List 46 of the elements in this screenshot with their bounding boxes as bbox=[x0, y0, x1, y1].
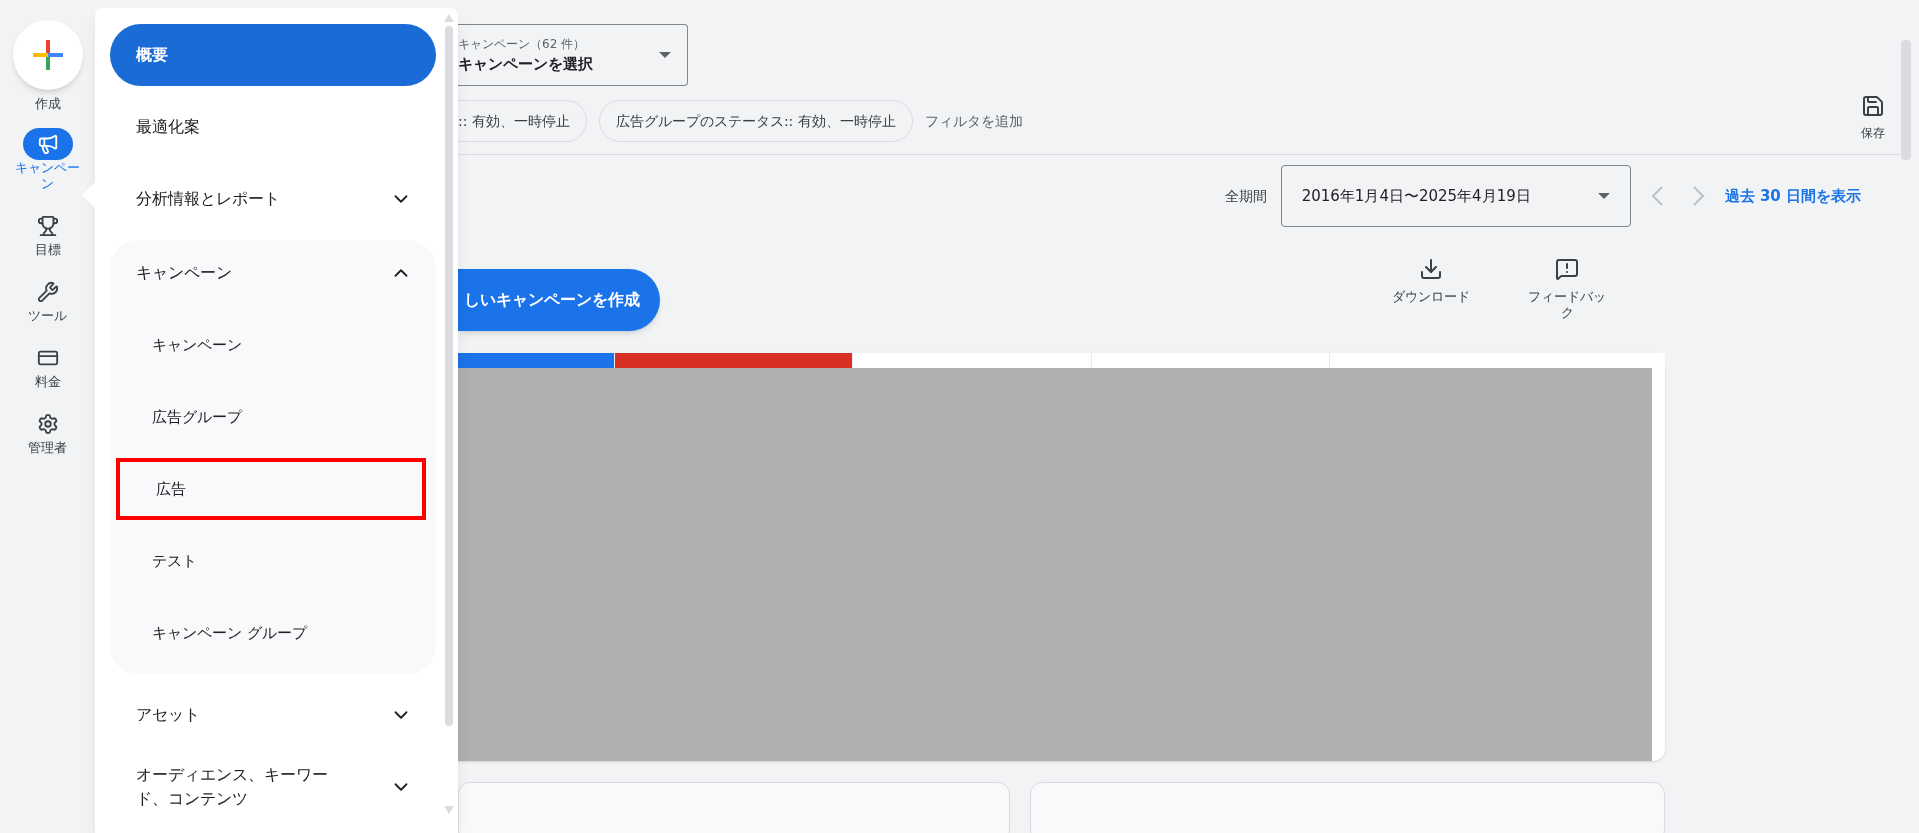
submenu-item[interactable]: 広告 bbox=[116, 458, 426, 520]
menu-item[interactable]: 概要 bbox=[110, 24, 436, 86]
submenu-item[interactable]: テスト bbox=[116, 530, 426, 592]
rail-item[interactable]: 料金 bbox=[9, 341, 86, 390]
rail-icon bbox=[36, 214, 59, 237]
scroll-down-icon bbox=[444, 806, 454, 814]
date-range-dropdown[interactable]: 2016年1月4日〜2025年4月19日 bbox=[1280, 165, 1631, 227]
feedback-icon bbox=[1555, 257, 1579, 281]
rail-item[interactable]: 管理者 bbox=[9, 407, 86, 456]
metric-tab-bar[interactable] bbox=[853, 353, 1092, 368]
menu-item[interactable]: オーディエンス、キーワード、コンテンツ bbox=[110, 756, 436, 818]
period-label: 全期間 bbox=[1224, 186, 1267, 206]
plus-icon bbox=[30, 38, 65, 72]
rail-icon bbox=[36, 132, 59, 155]
next-button[interactable] bbox=[1692, 186, 1705, 206]
rail-icon bbox=[36, 412, 59, 435]
metric-tab-bar[interactable] bbox=[1330, 353, 1665, 368]
rail-item[interactable]: ツール bbox=[9, 275, 86, 324]
chevron-right-icon bbox=[1692, 186, 1705, 206]
metric-tab-bar[interactable] bbox=[458, 353, 615, 368]
menu-item[interactable]: 最適化案 bbox=[110, 96, 436, 158]
last-30-days-link[interactable]: 過去 30 日間を表示 bbox=[1724, 184, 1861, 208]
save-icon bbox=[1861, 94, 1885, 118]
rail-item[interactable]: 目標 bbox=[9, 209, 86, 258]
menu-item[interactable]: アセット bbox=[110, 684, 436, 746]
create-label: 作成 bbox=[34, 95, 61, 113]
rail-icon bbox=[36, 280, 59, 303]
submenu-item[interactable]: キャンペーン グループ bbox=[116, 602, 426, 664]
download-icon bbox=[1419, 257, 1443, 281]
rail-item[interactable]: キャンペーン bbox=[9, 127, 86, 192]
dropdown-icon bbox=[1597, 193, 1610, 199]
metric-tab-bar[interactable] bbox=[1092, 353, 1330, 368]
metric-tab-bar[interactable] bbox=[615, 353, 853, 368]
add-filter-link[interactable]: フィルタを追加 bbox=[924, 110, 1023, 132]
menu-item[interactable]: 分析情報とレポート bbox=[110, 168, 436, 230]
toolbar-action[interactable]: ダウンロード bbox=[1383, 257, 1479, 321]
chevron-left-icon bbox=[1650, 186, 1663, 206]
submenu-item[interactable]: キャンペーン bbox=[116, 314, 426, 376]
save-button[interactable]: 保存 bbox=[1861, 94, 1885, 150]
previous-button[interactable] bbox=[1650, 186, 1663, 206]
dropdown-icon bbox=[659, 52, 671, 58]
scroll-up-icon bbox=[444, 14, 454, 22]
menu-item[interactable]: キャンペーン bbox=[110, 242, 436, 304]
submenu-item[interactable]: 広告グループ bbox=[116, 386, 426, 448]
toolbar-action[interactable]: フィードバック bbox=[1519, 257, 1615, 321]
create-campaign-button[interactable]: しいキャンペーンを作成 bbox=[458, 269, 660, 331]
